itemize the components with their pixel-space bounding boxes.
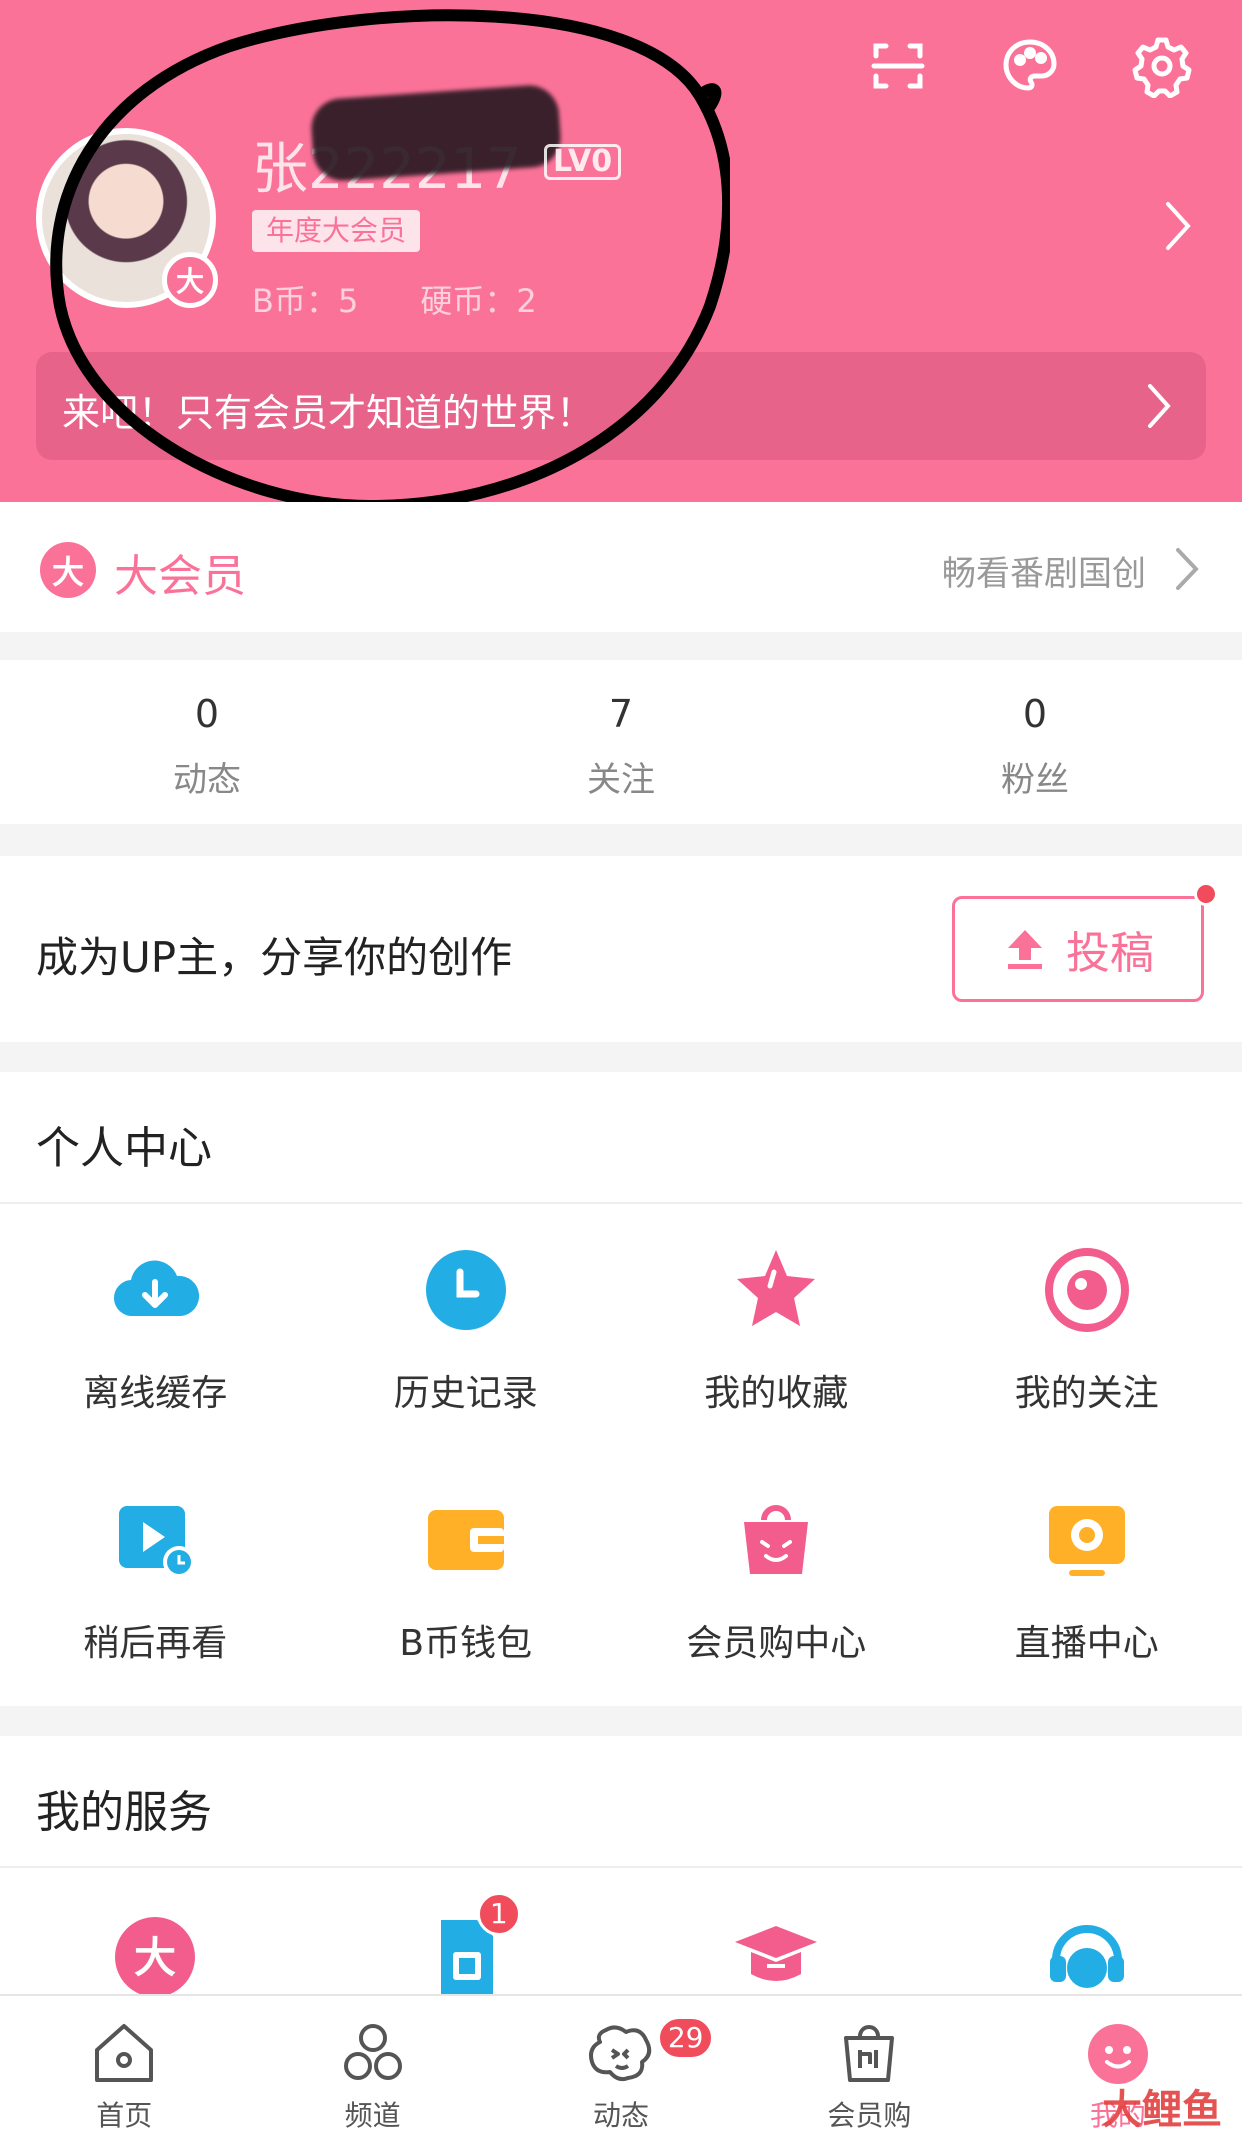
live-icon: [1039, 1492, 1135, 1588]
user-stats: 0 动态 7 关注 0 粉丝: [0, 660, 1242, 824]
stat-fans[interactable]: 0 粉丝: [828, 660, 1242, 824]
vip-entry-row[interactable]: 大 大会员 畅看番剧国创: [0, 502, 1242, 632]
profile-header: 大 张222217 LV0 年度大会员 B币：5 硬币：2 来吧！只有会员才知道…: [0, 0, 1242, 502]
favorites-item[interactable]: 我的收藏: [621, 1222, 932, 1422]
watermark-logo: 大鲤鱼: [1102, 2077, 1222, 2135]
video-later-icon: [107, 1492, 203, 1588]
star-icon: [728, 1242, 824, 1338]
redaction-mark: [309, 83, 563, 183]
item-label: B币钱包: [399, 1623, 533, 1664]
notification-badge: 1: [476, 1892, 521, 1936]
chevron-right-icon[interactable]: [1158, 196, 1198, 256]
divider: [0, 1866, 1242, 1868]
stat-count: 0: [194, 692, 220, 736]
divider: [0, 1202, 1242, 1204]
item-label: 我的收藏: [704, 1373, 849, 1414]
tab-vip-shop[interactable]: 会员购: [745, 1996, 993, 2143]
item-label: 历史记录: [393, 1373, 538, 1414]
bcoin-wallet-item[interactable]: B币钱包: [311, 1472, 622, 1672]
item-label: 稍后再看: [83, 1623, 228, 1664]
tab-label: 动态: [593, 2099, 650, 2132]
tab-label: 会员购: [827, 2099, 912, 2132]
vip-badge-icon: 大: [162, 252, 218, 308]
stat-label: 动态: [173, 760, 241, 800]
vip-shop-center-item[interactable]: 会员购中心: [621, 1472, 932, 1672]
stat-dynamic[interactable]: 0 动态: [0, 660, 414, 824]
tab-channels[interactable]: 频道: [248, 1996, 496, 2143]
scan-icon[interactable]: [858, 26, 938, 106]
graduation-cap-icon: [731, 1912, 821, 2002]
shopping-bag-icon: [728, 1492, 824, 1588]
avatar[interactable]: 大: [36, 128, 218, 308]
watermark-text: 大鲤鱼: [1102, 2087, 1222, 2133]
coin-balances: B币：5 硬币：2: [252, 276, 537, 322]
settings-gear-icon[interactable]: [1122, 26, 1202, 106]
section-title: 个人中心: [36, 1123, 212, 1174]
tab-dynamic[interactable]: 动态 29: [497, 1996, 745, 2143]
chevron-right-icon: [1148, 384, 1171, 428]
uploader-prompt: 成为UP主，分享你的创作: [36, 933, 513, 982]
level-badge: LV0: [544, 144, 622, 180]
offline-cache-item[interactable]: 离线缓存: [0, 1222, 311, 1422]
upload-button[interactable]: 投稿: [952, 896, 1204, 1002]
vip-da-icon: 大: [40, 542, 96, 598]
vip-da-icon: 大: [110, 1912, 200, 2002]
vip-title: 大会员: [114, 551, 246, 602]
vip-promo-banner[interactable]: 来吧！只有会员才知道的世界！: [36, 352, 1206, 460]
item-label: 会员购中心: [686, 1623, 867, 1664]
vip-type-tag: 年度大会员: [252, 210, 421, 252]
header-toolbar: [858, 26, 1202, 106]
personal-center-section: 个人中心 离线缓存 历史记录 我的收藏 我的关注 稍后再看 B币钱包 会员购中心…: [0, 1072, 1242, 1706]
stat-label: 关注: [587, 760, 655, 800]
upload-arrow-icon: [1008, 930, 1042, 969]
chevron-right-icon: [1176, 548, 1199, 590]
my-follows-item[interactable]: 我的关注: [932, 1222, 1242, 1422]
item-label: 我的关注: [1014, 1373, 1159, 1414]
shop-icon: [834, 2018, 904, 2088]
live-center-item[interactable]: 直播中心: [932, 1472, 1242, 1672]
item-label: 离线缓存: [83, 1373, 228, 1414]
tab-home[interactable]: 首页: [0, 1996, 248, 2143]
bcoin-balance: B币：5: [252, 282, 359, 320]
stat-following[interactable]: 7 关注: [414, 660, 828, 824]
stat-count: 0: [1022, 692, 1048, 736]
dynamic-icon: [586, 2018, 656, 2088]
promo-text: 来吧！只有会员才知道的世界！: [62, 391, 595, 435]
wallet-icon: [418, 1492, 514, 1588]
tab-label: 频道: [344, 2099, 401, 2132]
hardcoin-balance: 硬币：2: [420, 282, 537, 320]
headset-icon: [1042, 1912, 1132, 2002]
sim-card-icon: 1: [421, 1892, 521, 2002]
vip-subtitle: 畅看番剧国创: [942, 554, 1146, 594]
clock-icon: [418, 1242, 514, 1338]
channels-icon: [338, 2018, 408, 2088]
tab-label: 首页: [96, 2099, 153, 2132]
history-item[interactable]: 历史记录: [311, 1222, 622, 1422]
theme-palette-icon[interactable]: [990, 26, 1070, 106]
home-icon: [89, 2018, 159, 2088]
upload-button-label: 投稿: [1066, 928, 1154, 979]
cloud-download-icon: [107, 1242, 203, 1338]
notification-badge: 29: [656, 2016, 715, 2060]
bottom-tab-bar: 首页 频道 动态 29 会员购 我的 大鲤鱼: [0, 1994, 1242, 2143]
notification-dot: [1194, 882, 1218, 906]
item-label: 直播中心: [1014, 1623, 1159, 1664]
stat-count: 7: [608, 692, 634, 736]
become-uploader-row: 成为UP主，分享你的创作 投稿: [0, 856, 1242, 1042]
stat-label: 粉丝: [1001, 760, 1069, 800]
watch-later-item[interactable]: 稍后再看: [0, 1472, 311, 1672]
target-icon: [1039, 1242, 1135, 1338]
section-title: 我的服务: [36, 1787, 212, 1838]
my-services-section: 我的服务 大 1: [0, 1736, 1242, 1997]
svg-text:大: 大: [134, 1933, 176, 1982]
